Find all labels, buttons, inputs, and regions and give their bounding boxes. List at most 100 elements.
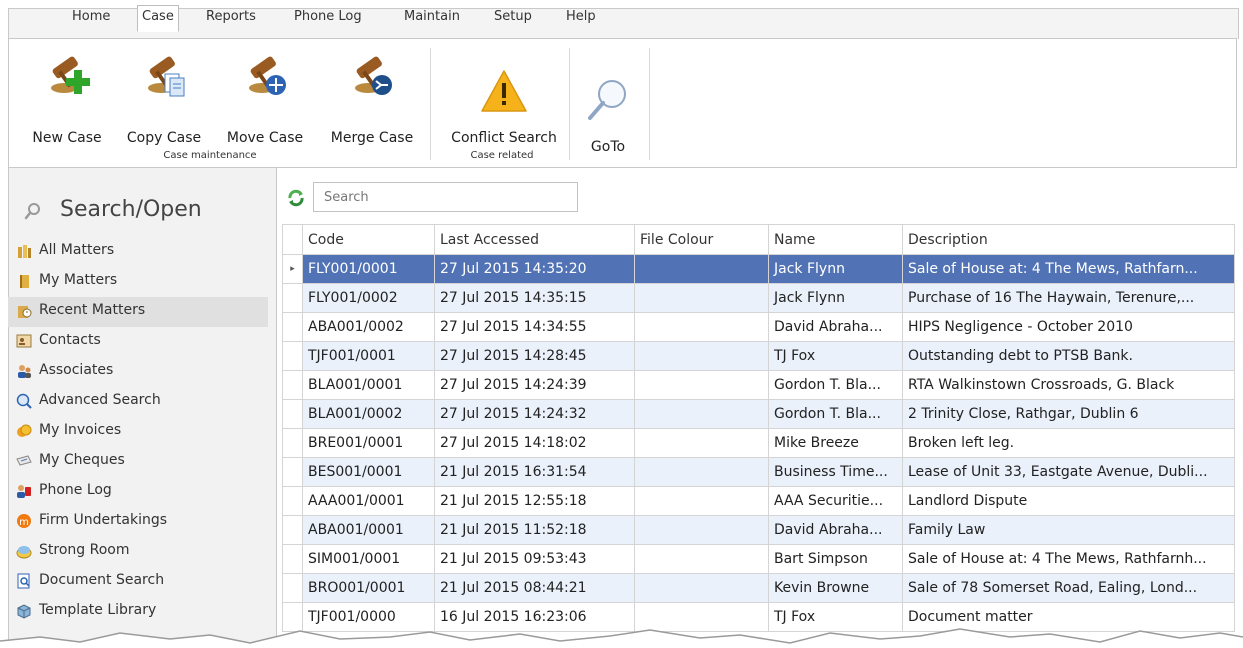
cell-description: 2 Trinity Close, Rathgar, Dublin 6	[902, 399, 1235, 429]
row-indicator[interactable]	[282, 428, 303, 458]
torn-edge	[0, 628, 1243, 648]
cell-name: David Abraha...	[768, 312, 903, 342]
cell-last-accessed: 27 Jul 2015 14:28:45	[434, 341, 635, 371]
table-row[interactable]: AAA001/0001 21 Jul 2015 12:55:18 AAA Secur…	[282, 486, 1235, 516]
column-header-name[interactable]: Name	[768, 224, 903, 255]
table-row[interactable]: ▸ FLY001/0001 27 Jul 2015 14:35:20 Jack Fly…	[282, 254, 1235, 284]
goto-button[interactable]: GoTo	[576, 50, 640, 160]
cell-code: FLY001/0002	[302, 283, 435, 313]
cell-code: ABA001/0002	[302, 312, 435, 342]
search-input[interactable]	[314, 183, 577, 211]
advanced-search-icon	[16, 393, 32, 409]
tab-maintain[interactable]: Maintain	[400, 6, 464, 30]
gavel-copy-icon	[148, 56, 185, 97]
copy-case-label: Copy Case	[126, 130, 202, 146]
gavel-merge-icon	[355, 56, 392, 95]
merge-case-button[interactable]: Merge Case	[322, 50, 422, 150]
tab-reports[interactable]: Reports	[202, 6, 260, 30]
cheques-icon	[16, 455, 32, 466]
cell-last-accessed: 21 Jul 2015 12:55:18	[434, 486, 635, 516]
column-header-last-accessed[interactable]: Last Accessed	[434, 224, 635, 255]
merge-case-label: Merge Case	[330, 130, 414, 146]
column-header-file-colour[interactable]: File Colour	[634, 224, 769, 255]
copy-case-button[interactable]: Copy Case	[117, 50, 211, 150]
cell-name: Mike Breeze	[768, 428, 903, 458]
table-row[interactable]: BRE001/0001 27 Jul 2015 14:18:02 Mike Bree…	[282, 428, 1235, 458]
row-indicator[interactable]	[282, 486, 303, 516]
row-indicator[interactable]	[282, 544, 303, 574]
contacts-card-icon	[16, 334, 32, 348]
ribbon-tab-bar	[8, 8, 1239, 39]
group-label-case-related: Case related	[470, 150, 534, 161]
sidebar-item-my-cheques[interactable]: My Cheques	[8, 447, 268, 477]
sidebar-item-my-invoices[interactable]: My Invoices	[8, 417, 268, 447]
sidebar-item-contacts[interactable]: Contacts	[8, 327, 268, 357]
cell-code: TJF001/0001	[302, 341, 435, 371]
row-indicator[interactable]	[282, 399, 303, 429]
sidebar-item-associates[interactable]: Associates	[8, 357, 268, 387]
sidebar-item-advanced-search[interactable]: Advanced Search	[8, 387, 268, 417]
cell-last-accessed: 27 Jul 2015 14:34:55	[434, 312, 635, 342]
cell-code: FLY001/0001	[302, 254, 435, 284]
new-case-button[interactable]: New Case	[22, 50, 112, 150]
cell-name: Gordon T. Bla...	[768, 399, 903, 429]
row-indicator[interactable]	[282, 515, 303, 545]
cell-name: Gordon T. Bla...	[768, 370, 903, 400]
search-icon	[24, 203, 40, 220]
sidebar-item-document-search[interactable]: Document Search	[8, 567, 268, 597]
row-indicator[interactable]	[282, 312, 303, 342]
tab-help[interactable]: Help	[562, 6, 600, 30]
table-row[interactable]: FLY001/0002 27 Jul 2015 14:35:15 Jack Flyn…	[282, 283, 1235, 313]
tab-home[interactable]: Home	[68, 6, 114, 30]
sidebar-item-strong-room[interactable]: Strong Room	[8, 537, 268, 567]
grid-search-box[interactable]	[313, 182, 578, 212]
cell-last-accessed: 27 Jul 2015 14:24:32	[434, 399, 635, 429]
tab-case[interactable]: Case	[137, 5, 179, 32]
sidebar-item-label: Document Search	[39, 572, 165, 588]
move-case-button[interactable]: Move Case	[218, 50, 312, 150]
row-indicator[interactable]	[282, 370, 303, 400]
conflict-search-button[interactable]: Conflict Search	[440, 50, 568, 150]
cell-description: Sale of House at: 4 The Mews, Rathfarnh.…	[902, 544, 1235, 574]
sidebar-item-label: Contacts	[39, 332, 101, 348]
table-row[interactable]: BRO001/0001 21 Jul 2015 08:44:21 Kevin Bro…	[282, 573, 1235, 603]
row-indicator[interactable]	[282, 341, 303, 371]
sidebar-item-recent-matters[interactable]: Recent Matters	[8, 297, 268, 327]
tab-setup[interactable]: Setup	[490, 6, 536, 30]
ribbon-separator	[569, 48, 570, 160]
table-row[interactable]: BES001/0001 21 Jul 2015 16:31:54 Business …	[282, 457, 1235, 487]
row-indicator[interactable]: ▸	[282, 254, 303, 284]
sidebar-item-my-matters[interactable]: My Matters	[8, 267, 268, 297]
sidebar-item-phone-log[interactable]: Phone Log	[8, 477, 268, 507]
svg-text:m: m	[19, 517, 29, 528]
cell-description: Outstanding debt to PTSB Bank.	[902, 341, 1235, 371]
table-row[interactable]: TJF001/0001 27 Jul 2015 14:28:45 TJ Fox Out…	[282, 341, 1235, 371]
recent-matters-icon	[18, 306, 32, 318]
column-header-description[interactable]: Description	[902, 224, 1235, 255]
group-label-case-maintenance: Case maintenance	[163, 150, 257, 161]
row-indicator[interactable]	[282, 457, 303, 487]
sidebar-item-all-matters[interactable]: All Matters	[8, 237, 268, 267]
invoices-icon	[17, 424, 32, 437]
refresh-icon[interactable]	[287, 189, 305, 207]
row-indicator[interactable]	[282, 283, 303, 313]
cell-file-colour	[634, 399, 769, 429]
cell-description: Landlord Dispute	[902, 486, 1235, 516]
table-row[interactable]: BLA001/0002 27 Jul 2015 14:24:32 Gordon T.…	[282, 399, 1235, 429]
table-row[interactable]: ABA001/0002 27 Jul 2015 14:34:55 David Abr…	[282, 312, 1235, 342]
table-row[interactable]: BLA001/0001 27 Jul 2015 14:24:39 Gordon T.…	[282, 370, 1235, 400]
sidebar-item-firm-undertakings[interactable]: m Firm Undertakings	[8, 507, 268, 537]
cell-file-colour	[634, 573, 769, 603]
cell-last-accessed: 21 Jul 2015 08:44:21	[434, 573, 635, 603]
row-indicator[interactable]	[282, 573, 303, 603]
table-row[interactable]: ABA001/0001 21 Jul 2015 11:52:18 David Abr…	[282, 515, 1235, 545]
cell-file-colour	[634, 457, 769, 487]
tab-phone-log[interactable]: Phone Log	[290, 6, 366, 30]
warning-icon	[481, 70, 527, 112]
cell-name: TJ Fox	[768, 341, 903, 371]
cell-name: Bart Simpson	[768, 544, 903, 574]
cell-name: David Abraha...	[768, 515, 903, 545]
cell-name: AAA Securitie...	[768, 486, 903, 516]
table-row[interactable]: SIM001/0001 21 Jul 2015 09:53:43 Bart Simp…	[282, 544, 1235, 574]
column-header-code[interactable]: Code	[302, 224, 435, 255]
